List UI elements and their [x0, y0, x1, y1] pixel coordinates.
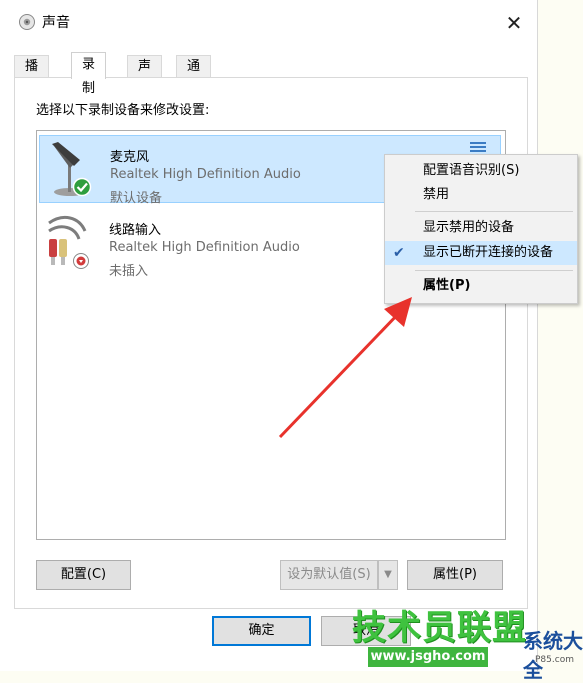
menu-item-label: 禁用	[423, 187, 450, 202]
device-driver: Realtek High Definition Audio	[110, 167, 301, 182]
microphone-icon	[52, 142, 92, 197]
ok-button[interactable]: 确定	[212, 616, 311, 646]
menu-separator	[415, 211, 573, 212]
instruction-text: 选择以下录制设备来修改设置:	[36, 103, 210, 118]
title-bar: 声音 ✕	[0, 0, 537, 44]
watermark-logo-text: 技术员联盟	[352, 608, 527, 648]
properties-button[interactable]: 属性(P)	[407, 560, 503, 590]
tab-communications[interactable]: 通信	[176, 55, 212, 96]
watermark-side-text: 系统大全	[523, 629, 583, 682]
menu-item-properties[interactable]: 属性(P)	[385, 274, 577, 298]
window-title: 声音	[42, 15, 70, 31]
device-driver: Realtek High Definition Audio	[109, 240, 300, 255]
menu-item-disable[interactable]: 禁用	[385, 183, 577, 207]
close-icon: ✕	[505, 11, 523, 35]
menu-item-label: 显示已断开连接的设备	[423, 245, 554, 260]
tab-sounds[interactable]: 声音	[127, 55, 163, 96]
menu-item-label: 配置语音识别(S)	[423, 163, 520, 178]
device-status: 默认设备	[110, 191, 163, 206]
watermark-url: www.jsgho.com	[368, 647, 488, 667]
device-name: 线路输入	[109, 223, 162, 238]
menu-item-configure-speech[interactable]: 配置语音识别(S)	[385, 159, 577, 183]
device-name: 麦克风	[110, 150, 150, 165]
checkmark-icon: ✔	[393, 245, 405, 261]
watermark-small-text: P85.com	[535, 655, 574, 665]
context-menu: 配置语音识别(S) 禁用 显示禁用的设备 ✔ 显示已断开连接的设备 属性(P)	[384, 154, 578, 304]
menu-item-show-disabled[interactable]: 显示禁用的设备	[385, 216, 577, 240]
tab-playback[interactable]: 播放	[14, 55, 50, 96]
close-button[interactable]: ✕	[496, 10, 532, 36]
tab-recording[interactable]: 录制	[71, 52, 107, 96]
menu-item-show-disconnected[interactable]: ✔ 显示已断开连接的设备	[385, 241, 577, 265]
default-check-badge	[72, 177, 92, 197]
menu-item-label: 属性(P)	[423, 278, 471, 293]
chevron-down-icon: ▼	[384, 569, 392, 580]
sound-dialog: 声音 ✕ 播放 录制 声音 通信 选择以下录制设备来修改设置: 麦克风 Real…	[0, 0, 538, 671]
device-status: 未插入	[109, 264, 149, 279]
menu-item-label: 显示禁用的设备	[423, 220, 515, 235]
set-default-dropdown[interactable]: ▼	[378, 560, 398, 590]
configure-button[interactable]: 配置(C)	[36, 560, 131, 590]
menu-separator	[415, 270, 573, 271]
speaker-icon	[19, 14, 35, 30]
line-in-cable-icon	[48, 215, 89, 269]
set-default-button[interactable]: 设为默认值(S)	[280, 560, 378, 590]
